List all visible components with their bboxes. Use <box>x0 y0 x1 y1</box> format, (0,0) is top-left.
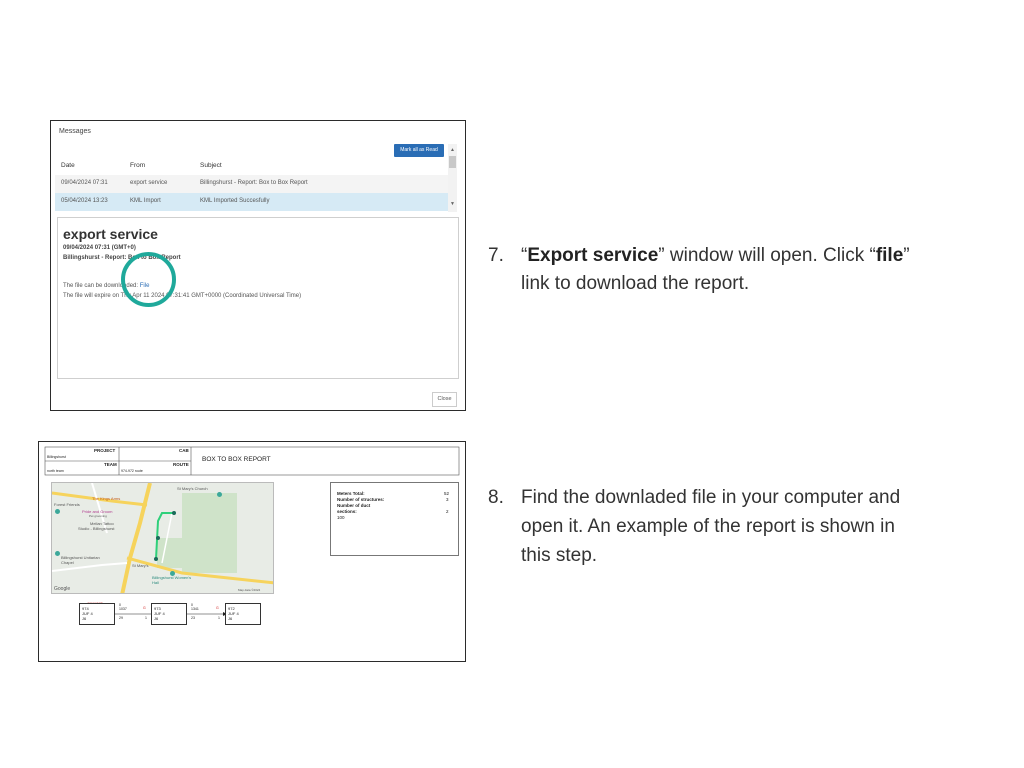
link-flag: G <box>216 606 219 610</box>
scroll-up-icon[interactable]: ▲ <box>450 147 455 153</box>
link-length: 29 <box>119 616 123 620</box>
route-map: St Mary's Church The Kings Arms Forest F… <box>51 482 274 594</box>
cab-label: CAB <box>179 448 189 453</box>
map-label-pub: The Kings Arms <box>92 496 121 501</box>
column-header-from: From <box>130 162 146 169</box>
step-8-number: 8. <box>488 487 504 508</box>
detail-heading: export service <box>63 226 158 242</box>
link-length: 23 <box>191 616 195 620</box>
scroll-down-icon[interactable]: ▼ <box>450 201 455 207</box>
column-header-subject: Subject <box>200 162 222 169</box>
map-label-forest-friends: Forest Friends <box>54 502 80 507</box>
mark-all-read-button[interactable]: Mark all as Read <box>394 144 444 157</box>
box-code: J6 <box>154 616 159 621</box>
map-pin-icon <box>55 509 60 514</box>
team-value: north team <box>47 469 64 473</box>
map-pin-icon <box>170 571 175 576</box>
message-from: export service <box>130 180 168 186</box>
project-value: Billingshurst <box>47 455 66 459</box>
step-7-text: ” window will open. Click “ <box>658 245 876 266</box>
close-button[interactable]: Close <box>432 392 457 407</box>
structure-box: 974 JUF 4 J6 <box>79 603 115 625</box>
step-7-line1: “Export service” window will open. Click… <box>521 242 910 270</box>
duct-sections-label-2: sections: <box>337 509 357 514</box>
map-pin-icon <box>217 492 222 497</box>
step-7-bold-file: file <box>875 245 904 266</box>
step-7-line2: link to download the report. <box>521 273 750 294</box>
messages-scrollbar[interactable]: ▲ ▼ <box>448 144 457 212</box>
link-flag: G <box>143 606 146 610</box>
route-value: 974-972 route <box>121 469 143 473</box>
box-code: J6 <box>82 616 87 621</box>
map-label-chapel: Billingshurst Unitarian Chapel <box>61 555 100 565</box>
map-label-pet-grooming: Pet grooming <box>89 514 107 518</box>
link-mid: 1341 <box>191 607 199 611</box>
message-date: 09/04/2024 07:31 <box>61 180 108 186</box>
meters-total-label: Meters Total: <box>337 491 365 496</box>
link-mid: 1037 <box>119 607 127 611</box>
report-screenshot: PROJECT Billingshurst CAB TEAM north tea… <box>38 441 466 662</box>
message-subject: Billingshurst - Report: Box to Box Repor… <box>200 180 308 186</box>
link-count: 1 <box>145 616 147 620</box>
map-pin-icon <box>55 551 60 556</box>
message-row[interactable]: 09/04/2024 07:31 export service Billings… <box>55 175 448 193</box>
step-8-line3: this step. <box>521 545 598 566</box>
team-label: TEAM <box>104 462 117 467</box>
step-7-bold-service: Export service <box>527 245 659 266</box>
map-label-church: St Mary's Church <box>177 486 208 491</box>
detail-datetime: 09/04/2024 07:31 (GMT+0) <box>63 245 136 251</box>
messages-title: Messages <box>59 128 91 135</box>
message-row[interactable]: 05/04/2024 13:23 KML Import KML Imported… <box>55 193 448 211</box>
structure-box: 972 JUF 4 J6 <box>225 603 261 625</box>
map-label-womens-hall: Billingshurst Women's Hall <box>152 575 192 585</box>
column-header-date: Date <box>61 162 75 169</box>
step-7-text-end: ” <box>903 245 910 266</box>
message-subject: KML Imported Succesfully <box>200 198 270 204</box>
meters-total-value: 52 <box>444 491 450 496</box>
box-code: J6 <box>228 616 233 621</box>
expiry-text: The file will expire on Thu Apr 11 2024 … <box>63 293 302 299</box>
project-label: PROJECT <box>94 448 116 453</box>
duct-sections-label-1: Number of duct <box>337 503 371 508</box>
step-8-line1: Find the downladed file in your computer… <box>521 487 901 508</box>
message-date: 05/04/2024 13:23 <box>61 198 108 204</box>
message-from: KML Import <box>130 198 161 204</box>
step-7-number: 7. <box>488 245 504 266</box>
map-label-tattoo-studio: Studio - Billingshurst <box>78 526 115 531</box>
route-label: ROUTE <box>173 462 189 467</box>
map-label-st-marys: St Mary's <box>132 563 149 568</box>
messages-screenshot: Messages Mark all as Read Date From Subj… <box>50 120 466 411</box>
duct-sections-value: 2 <box>446 509 449 514</box>
step-8-line2: open it. An example of the report is sho… <box>521 516 895 537</box>
highlight-circle <box>121 252 176 307</box>
report-stats-box: Meters Total: 52 Number of structures: 3… <box>330 482 459 556</box>
report-title: BOX TO BOX REPORT <box>202 456 271 463</box>
message-detail-panel: export service 09/04/2024 07:31 (GMT+0) … <box>57 217 459 379</box>
extra-value: 100 <box>337 515 345 520</box>
structures-label: Number of structures: <box>337 497 385 502</box>
structure-box: 973 JUF 4 J6 <box>151 603 187 625</box>
scroll-thumb[interactable] <box>449 156 456 168</box>
structures-value: 3 <box>446 497 449 502</box>
link-count: 1 <box>218 616 220 620</box>
